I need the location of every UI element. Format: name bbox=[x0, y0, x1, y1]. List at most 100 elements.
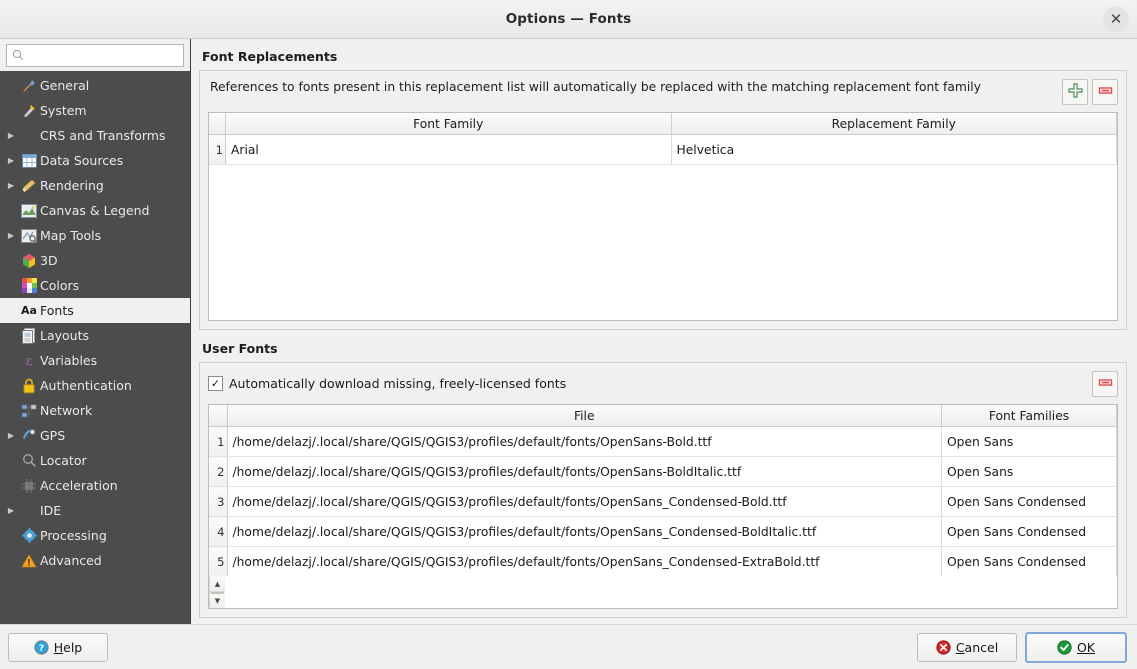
warning-icon bbox=[18, 552, 40, 570]
cell-families[interactable]: Open Sans Condensed bbox=[942, 517, 1117, 547]
cell-families[interactable]: Open Sans bbox=[942, 427, 1117, 457]
sidebar-item-canvas-legend[interactable]: Canvas & Legend bbox=[0, 198, 190, 223]
row-number: 1 bbox=[209, 427, 227, 457]
cell-file[interactable]: /home/delazj/.local/share/QGIS/QGIS3/pro… bbox=[227, 517, 942, 547]
epsilon-icon: ε bbox=[18, 352, 40, 370]
cell-file[interactable]: /home/delazj/.local/share/QGIS/QGIS3/pro… bbox=[227, 457, 942, 487]
cancel-icon bbox=[936, 640, 951, 655]
sidebar-item-label: CRS and Transforms bbox=[40, 128, 166, 143]
sidebar-item-acceleration[interactable]: Acceleration bbox=[0, 473, 190, 498]
sidebar: GeneralSystem ▶ CRS and Transforms ▶Data So… bbox=[0, 39, 191, 624]
user-fonts-scrollbar[interactable]: ▲ ▼ bbox=[209, 576, 225, 608]
column-header-file[interactable]: File bbox=[227, 405, 942, 427]
colors-icon bbox=[18, 277, 40, 295]
tools-icon bbox=[18, 77, 40, 95]
aa-icon: Aa bbox=[18, 302, 40, 320]
auto-download-checkbox-row[interactable]: ✓ Automatically download missing, freely… bbox=[208, 376, 1084, 391]
sidebar-item-label: Map Tools bbox=[40, 228, 101, 243]
sidebar-item-label: Authentication bbox=[40, 378, 132, 393]
scroll-up-arrow[interactable]: ▲ bbox=[210, 576, 225, 592]
sidebar-item-system[interactable]: System bbox=[0, 98, 190, 123]
row-number: 4 bbox=[209, 517, 227, 547]
cell-file[interactable]: /home/delazj/.local/share/QGIS/QGIS3/pro… bbox=[227, 487, 942, 517]
sidebar-item-advanced[interactable]: Advanced bbox=[0, 548, 190, 573]
ok-icon bbox=[1057, 640, 1072, 655]
sidebar-item-processing[interactable]: Processing bbox=[0, 523, 190, 548]
row-number-header bbox=[209, 113, 226, 135]
sidebar-item-network[interactable]: Network bbox=[0, 398, 190, 423]
cell-families[interactable]: Open Sans Condensed bbox=[942, 487, 1117, 517]
cell-families[interactable]: Open Sans Condensed bbox=[942, 547, 1117, 577]
search-input[interactable] bbox=[28, 48, 182, 64]
table-row[interactable]: 2/home/delazj/.local/share/QGIS/QGIS3/pr… bbox=[209, 457, 1117, 487]
font-replacements-title: Font Replacements bbox=[202, 49, 1127, 64]
add-replacement-button[interactable] bbox=[1062, 79, 1088, 105]
close-icon[interactable]: ✕ bbox=[1103, 6, 1129, 32]
cancel-button[interactable]: Cancel bbox=[917, 633, 1017, 662]
expand-arrow-icon[interactable]: ▶ bbox=[4, 507, 18, 515]
sidebar-item-variables[interactable]: εVariables bbox=[0, 348, 190, 373]
column-header-replacement-family[interactable]: Replacement Family bbox=[671, 113, 1117, 135]
cell-replacement_family[interactable]: Helvetica bbox=[671, 135, 1117, 165]
sidebar-item-rendering[interactable]: ▶Rendering bbox=[0, 173, 190, 198]
remove-replacement-button[interactable] bbox=[1092, 79, 1118, 105]
window-title: Options — Fonts bbox=[506, 11, 632, 27]
font-replacements-table-container: Font Family Replacement Family 1ArialHel… bbox=[208, 112, 1118, 321]
sidebar-item-colors[interactable]: Colors bbox=[0, 273, 190, 298]
content-area: Font Replacements References to fonts pr… bbox=[191, 39, 1137, 624]
font-replacements-header: References to fonts present in this repl… bbox=[208, 77, 1118, 105]
sidebar-nav-list: GeneralSystem ▶ CRS and Transforms ▶Data So… bbox=[0, 71, 190, 624]
table-row[interactable]: 3/home/delazj/.local/share/QGIS/QGIS3/pr… bbox=[209, 487, 1117, 517]
sidebar-item-locator[interactable]: Locator bbox=[0, 448, 190, 473]
column-header-font-family[interactable]: Font Family bbox=[226, 113, 672, 135]
no-icon bbox=[18, 127, 40, 145]
sidebar-item-gps[interactable]: ▶ GPS bbox=[0, 423, 190, 448]
sidebar-item-data-sources[interactable]: ▶Data Sources bbox=[0, 148, 190, 173]
expand-arrow-icon[interactable]: ▶ bbox=[4, 132, 18, 140]
cell-file[interactable]: /home/delazj/.local/share/QGIS/QGIS3/pro… bbox=[227, 547, 942, 577]
user-fonts-panel: ✓ Automatically download missing, freely… bbox=[199, 362, 1127, 618]
layout-icon bbox=[18, 327, 40, 345]
table-row[interactable]: 1/home/delazj/.local/share/QGIS/QGIS3/pr… bbox=[209, 427, 1117, 457]
cell-file[interactable]: /home/delazj/.local/share/QGIS/QGIS3/pro… bbox=[227, 427, 942, 457]
scroll-down-arrow[interactable]: ▼ bbox=[210, 592, 225, 608]
no-icon bbox=[18, 502, 40, 520]
row-number: 2 bbox=[209, 457, 227, 487]
table-row[interactable]: 4/home/delazj/.local/share/QGIS/QGIS3/pr… bbox=[209, 517, 1117, 547]
sidebar-item-general[interactable]: General bbox=[0, 73, 190, 98]
sidebar-item-label: Colors bbox=[40, 278, 79, 293]
sidebar-item-fonts[interactable]: AaFonts bbox=[0, 298, 190, 323]
sidebar-item-label: Fonts bbox=[40, 303, 74, 318]
expand-arrow-icon[interactable]: ▶ bbox=[4, 182, 18, 190]
expand-arrow-icon[interactable]: ▶ bbox=[4, 432, 18, 440]
help-button[interactable]: ? Help bbox=[8, 633, 108, 662]
minus-icon bbox=[1098, 83, 1113, 102]
table-row[interactable]: 5/home/delazj/.local/share/QGIS/QGIS3/pr… bbox=[209, 547, 1117, 577]
cell-font_family[interactable]: Arial bbox=[226, 135, 672, 165]
sidebar-item-label: GPS bbox=[40, 428, 65, 443]
user-fonts-scroll-host: File Font Families 1/home/delazj/.local/… bbox=[209, 405, 1117, 576]
search-box[interactable] bbox=[6, 44, 184, 67]
ok-button[interactable]: OK bbox=[1025, 632, 1127, 663]
sidebar-item-map-tools[interactable]: ▶ Map Tools bbox=[0, 223, 190, 248]
column-header-font-families[interactable]: Font Families bbox=[942, 405, 1117, 427]
remove-user-font-button[interactable] bbox=[1092, 371, 1118, 397]
table-empty-area bbox=[209, 165, 1117, 320]
user-fonts-toolbar bbox=[1092, 369, 1118, 397]
dialog-footer: ? Help Cancel OK bbox=[0, 624, 1137, 669]
sidebar-item-3d[interactable]: 3D bbox=[0, 248, 190, 273]
cell-families[interactable]: Open Sans bbox=[942, 457, 1117, 487]
sidebar-item-ide[interactable]: ▶IDE bbox=[0, 498, 190, 523]
sidebar-item-label: Locator bbox=[40, 453, 87, 468]
table-row[interactable]: 1ArialHelvetica bbox=[209, 135, 1117, 165]
auto-download-checkbox[interactable]: ✓ bbox=[208, 376, 223, 391]
options-dialog: Options — Fonts ✕ GeneralSystem ▶ CRS and … bbox=[0, 0, 1137, 669]
svg-text:?: ? bbox=[39, 644, 44, 654]
sidebar-item-layouts[interactable]: Layouts bbox=[0, 323, 190, 348]
row-number: 1 bbox=[209, 135, 226, 165]
sidebar-item-authentication[interactable]: Authentication bbox=[0, 373, 190, 398]
sidebar-item-crs-and-transforms[interactable]: ▶ CRS and Transforms bbox=[0, 123, 190, 148]
expand-arrow-icon[interactable]: ▶ bbox=[4, 232, 18, 240]
expand-arrow-icon[interactable]: ▶ bbox=[4, 157, 18, 165]
scrollbar-thumb[interactable] bbox=[211, 592, 224, 594]
